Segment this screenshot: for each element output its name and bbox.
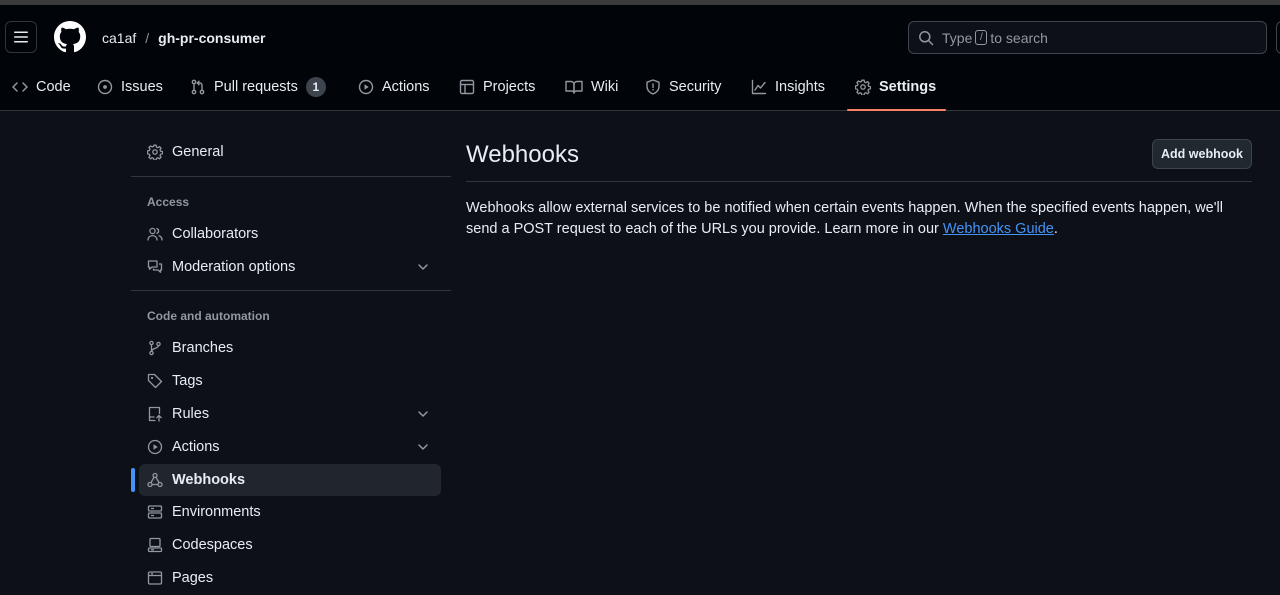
tab-projects[interactable]: Projects bbox=[459, 67, 535, 107]
tab-settings[interactable]: Settings bbox=[855, 67, 936, 107]
play-icon bbox=[147, 439, 163, 455]
sidebar-item-codespaces[interactable]: Codespaces bbox=[139, 529, 441, 561]
sidebar-item-label: Moderation options bbox=[172, 259, 296, 275]
chevron-down-icon[interactable] bbox=[415, 439, 431, 455]
hamburger-icon bbox=[14, 31, 28, 43]
sidebar-item-general[interactable]: General bbox=[139, 136, 441, 168]
search-placeholder-suffix: to search bbox=[990, 29, 1048, 46]
webhooks-description: Webhooks allow external services to be n… bbox=[466, 198, 1256, 240]
sidebar-divider bbox=[131, 290, 451, 291]
play-icon bbox=[358, 79, 374, 95]
tab-projects-label: Projects bbox=[483, 79, 536, 95]
tab-code[interactable]: Code bbox=[12, 67, 71, 107]
git-pull-request-icon bbox=[191, 79, 205, 95]
search-placeholder-prefix: Type bbox=[942, 29, 973, 46]
active-item-indicator bbox=[131, 468, 135, 492]
title-divider bbox=[466, 181, 1252, 182]
webhooks-guide-link[interactable]: Webhooks Guide bbox=[943, 221, 1054, 237]
table-icon bbox=[459, 79, 475, 95]
sidebar-item-label: Tags bbox=[172, 373, 203, 389]
sidebar-item-label: Actions bbox=[172, 439, 220, 455]
people-icon bbox=[147, 227, 163, 241]
repo-breadcrumb: ca1af / gh-pr-consumer bbox=[102, 28, 265, 48]
codespaces-icon bbox=[147, 537, 163, 553]
sidebar-item-label: Codespaces bbox=[172, 537, 253, 553]
sidebar-item-label: Webhooks bbox=[172, 472, 246, 488]
sidebar-item-label: Collaborators bbox=[172, 226, 259, 242]
tab-code-label: Code bbox=[36, 79, 71, 95]
tab-settings-label: Settings bbox=[879, 79, 937, 95]
tab-wiki[interactable]: Wiki bbox=[565, 67, 618, 107]
tab-actions[interactable]: Actions bbox=[358, 67, 430, 107]
github-logo[interactable] bbox=[54, 21, 86, 53]
sidebar-item-label: Rules bbox=[172, 406, 210, 422]
sidebar-item-label: General bbox=[172, 144, 224, 160]
sidebar-item-branches[interactable]: Branches bbox=[139, 332, 441, 364]
sidebar-heading-code-and-automation: Code and automation bbox=[147, 309, 270, 323]
code-icon bbox=[12, 82, 28, 92]
tab-pull-requests[interactable]: Pull requests 1 bbox=[190, 67, 326, 107]
tag-icon bbox=[147, 373, 163, 389]
chevron-down-icon[interactable] bbox=[415, 406, 431, 422]
chevron-down-icon[interactable] bbox=[415, 259, 431, 275]
description-text: Webhooks allow external services to be n… bbox=[466, 200, 1223, 237]
repo-push-icon bbox=[148, 406, 162, 422]
gear-icon bbox=[147, 144, 163, 160]
sidebar-item-label: Branches bbox=[172, 340, 234, 356]
tab-issues-label: Issues bbox=[121, 79, 163, 95]
sidebar-item-environments[interactable]: Environments bbox=[139, 496, 441, 528]
sidebar-divider bbox=[131, 176, 451, 177]
tab-wiki-label: Wiki bbox=[591, 79, 619, 95]
tab-security-label: Security bbox=[669, 79, 722, 95]
repo-owner-link[interactable]: ca1af bbox=[102, 30, 136, 46]
pull-requests-counter: 1 bbox=[305, 77, 326, 97]
breadcrumb-separator: / bbox=[145, 30, 150, 46]
server-icon bbox=[147, 505, 163, 519]
webhook-icon bbox=[147, 472, 163, 488]
global-header: ca1af / gh-pr-consumer Type / to search … bbox=[0, 5, 1280, 111]
page-title: Webhooks bbox=[466, 141, 579, 168]
search-input[interactable]: Type / to search bbox=[908, 21, 1267, 54]
search-shortcut-key: / bbox=[975, 30, 988, 45]
tab-insights[interactable]: Insights bbox=[751, 67, 825, 107]
book-icon bbox=[565, 80, 583, 94]
graph-icon bbox=[751, 79, 767, 95]
sidebar-item-actions[interactable]: Actions bbox=[139, 431, 441, 463]
repo-name-link[interactable]: gh-pr-consumer bbox=[158, 30, 265, 46]
comment-discussion-icon bbox=[147, 260, 163, 273]
sidebar-item-moderation-options[interactable]: Moderation options bbox=[139, 251, 441, 283]
tab-insights-label: Insights bbox=[775, 79, 825, 95]
open-menu-button[interactable] bbox=[5, 21, 37, 53]
tab-actions-label: Actions bbox=[382, 79, 430, 95]
search-placeholder: Type / to search bbox=[942, 30, 1048, 46]
sidebar-heading-access: Access bbox=[147, 195, 190, 209]
git-branch-icon bbox=[149, 340, 161, 356]
tab-security[interactable]: Security bbox=[645, 67, 721, 107]
selected-tab-underline bbox=[847, 109, 946, 111]
tab-issues[interactable]: Issues bbox=[97, 67, 163, 107]
sidebar-item-label: Environments bbox=[172, 504, 261, 520]
issue-opened-icon bbox=[97, 79, 113, 95]
sidebar-item-collaborators[interactable]: Collaborators bbox=[139, 218, 441, 250]
repo-nav-tabs: Code Issues Pull requests 1 Actions Proj… bbox=[0, 67, 1280, 111]
tab-pull-requests-label: Pull requests bbox=[214, 79, 298, 95]
sidebar-item-pages[interactable]: Pages bbox=[139, 562, 441, 594]
sidebar-item-rules[interactable]: Rules bbox=[139, 398, 441, 430]
description-end: . bbox=[1053, 221, 1058, 237]
header-edge-button[interactable] bbox=[1276, 21, 1280, 54]
browser-icon bbox=[147, 571, 163, 585]
sidebar-item-webhooks[interactable]: Webhooks bbox=[139, 464, 441, 496]
mark-github-icon bbox=[54, 21, 86, 53]
gear-icon bbox=[855, 79, 871, 95]
sidebar-item-tags[interactable]: Tags bbox=[139, 365, 441, 397]
sidebar-item-label: Pages bbox=[172, 570, 214, 586]
shield-icon bbox=[646, 79, 660, 95]
add-webhook-button[interactable]: Add webhook bbox=[1152, 139, 1252, 169]
search-icon bbox=[919, 30, 934, 45]
